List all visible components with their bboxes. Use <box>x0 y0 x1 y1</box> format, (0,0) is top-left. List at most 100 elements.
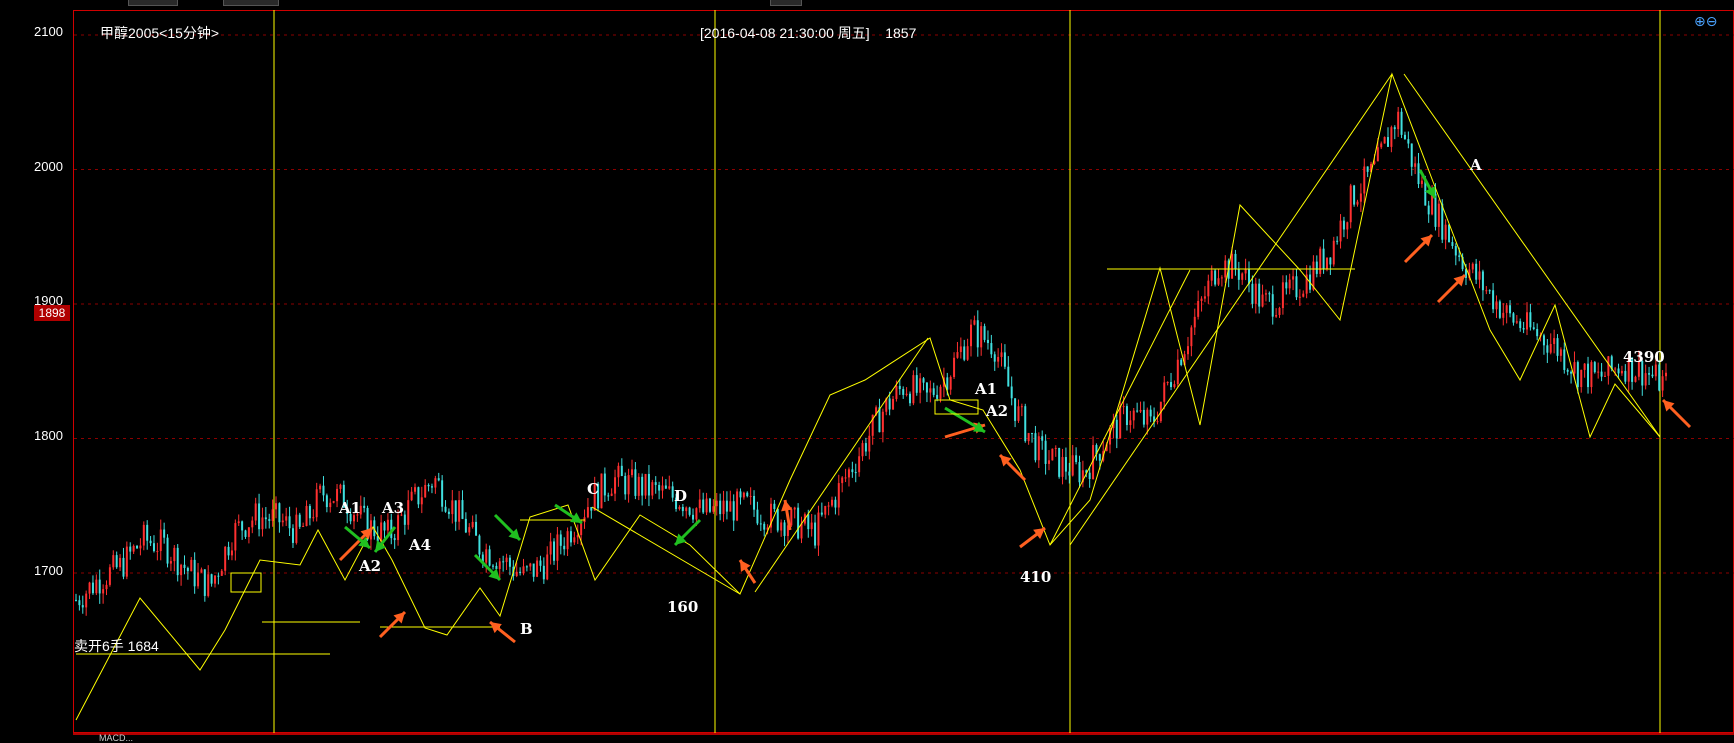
candle-body <box>1288 279 1291 289</box>
candle-body <box>1448 224 1451 243</box>
candle-body <box>837 483 840 508</box>
candle-body <box>393 538 396 541</box>
candle-body <box>136 545 139 549</box>
candle-body <box>1522 328 1525 330</box>
candle-body <box>1593 362 1596 373</box>
candle-body <box>715 500 718 507</box>
candle-body <box>814 522 817 546</box>
candle-body <box>685 507 688 512</box>
candle-body <box>973 320 976 325</box>
candle-body <box>966 346 969 360</box>
candle-body <box>739 491 742 498</box>
label-160: 160 <box>667 598 699 616</box>
symbol-title: 甲醇2005<15分钟> <box>100 25 220 41</box>
candle-body <box>1275 315 1278 317</box>
candle-body <box>1244 269 1247 274</box>
consolidation-box <box>230 572 262 593</box>
candle-body <box>288 516 291 529</box>
candle-body <box>688 507 691 515</box>
candle-body <box>430 486 433 488</box>
candle-body <box>1285 282 1288 289</box>
candle-body <box>1424 180 1427 206</box>
candle-body <box>756 509 759 524</box>
candle-body <box>95 579 98 594</box>
candle-body <box>149 540 152 544</box>
candle-body <box>1603 375 1606 377</box>
candle-body <box>508 557 511 567</box>
candle-body <box>258 503 261 530</box>
candle-body <box>1427 205 1430 215</box>
candle-body <box>790 509 793 526</box>
position-label: 卖开6手 1684 <box>74 638 159 654</box>
candle-body <box>922 378 925 383</box>
candle-body <box>953 357 956 378</box>
candle-body <box>505 557 508 563</box>
candle-body <box>1549 343 1552 353</box>
candle-body <box>166 537 169 564</box>
candle-body <box>736 491 739 521</box>
candle-body <box>980 326 983 348</box>
candle-body <box>386 519 389 531</box>
candle-body <box>546 554 549 580</box>
candle-body <box>780 522 783 531</box>
candle-body <box>542 565 545 580</box>
candle-body <box>1651 374 1654 377</box>
candle-body <box>566 531 569 550</box>
trend-line <box>1403 73 1661 438</box>
candle-body <box>1078 461 1081 483</box>
candle-body <box>1342 220 1345 230</box>
candle-body <box>217 575 220 577</box>
candle-body <box>268 519 271 521</box>
candle-body <box>807 514 810 530</box>
candle-body <box>986 339 989 344</box>
candle-body <box>983 326 986 340</box>
candle-body <box>844 477 847 479</box>
candle-body <box>1047 460 1050 464</box>
candle-body <box>1380 143 1383 148</box>
candle-body <box>912 375 915 404</box>
candle-body <box>1570 371 1573 374</box>
candle-body <box>1410 143 1413 167</box>
candle-body <box>1563 349 1566 370</box>
candle-body <box>1505 305 1508 313</box>
candle-body <box>681 506 684 512</box>
candle-body <box>1502 312 1505 318</box>
candle-body <box>434 478 437 488</box>
candle-body <box>641 476 644 496</box>
candle-body <box>949 377 952 390</box>
trend-line <box>1049 269 1191 546</box>
label-b: B <box>520 620 533 638</box>
candle-body <box>420 497 423 505</box>
candle-body <box>1292 276 1295 280</box>
candle-body <box>1566 369 1569 372</box>
candle-body <box>868 435 871 452</box>
candle-body <box>1488 290 1491 292</box>
candle-body <box>851 469 854 473</box>
candle-body <box>525 566 528 568</box>
candle-body <box>1359 193 1362 202</box>
candlestick-chart[interactable] <box>0 0 1734 741</box>
candle-body <box>180 564 183 576</box>
candle-body <box>664 485 667 489</box>
label-a2-left: A2 <box>359 557 382 575</box>
candle-body <box>586 507 589 518</box>
candle-body <box>1634 376 1637 382</box>
candle-body <box>1132 410 1135 421</box>
candle-body <box>410 491 413 501</box>
candle-body <box>329 502 332 508</box>
candle-body <box>519 571 522 574</box>
candle-body <box>1044 440 1047 464</box>
candle-body <box>485 549 488 563</box>
zoom-icon[interactable]: ⊕⊖ <box>1694 14 1717 30</box>
candle-body <box>1458 255 1461 257</box>
candle-body <box>210 574 213 584</box>
candle-body <box>695 508 698 520</box>
candle-body <box>132 545 135 552</box>
candle-body <box>383 522 386 531</box>
candle-body <box>936 394 939 399</box>
candle-body <box>407 500 410 525</box>
label-d: D <box>674 487 688 505</box>
candle-body <box>881 411 884 433</box>
candle-body <box>220 570 223 576</box>
cursor-time: [2016-04-08 21:30:00 周五] <box>700 25 870 41</box>
